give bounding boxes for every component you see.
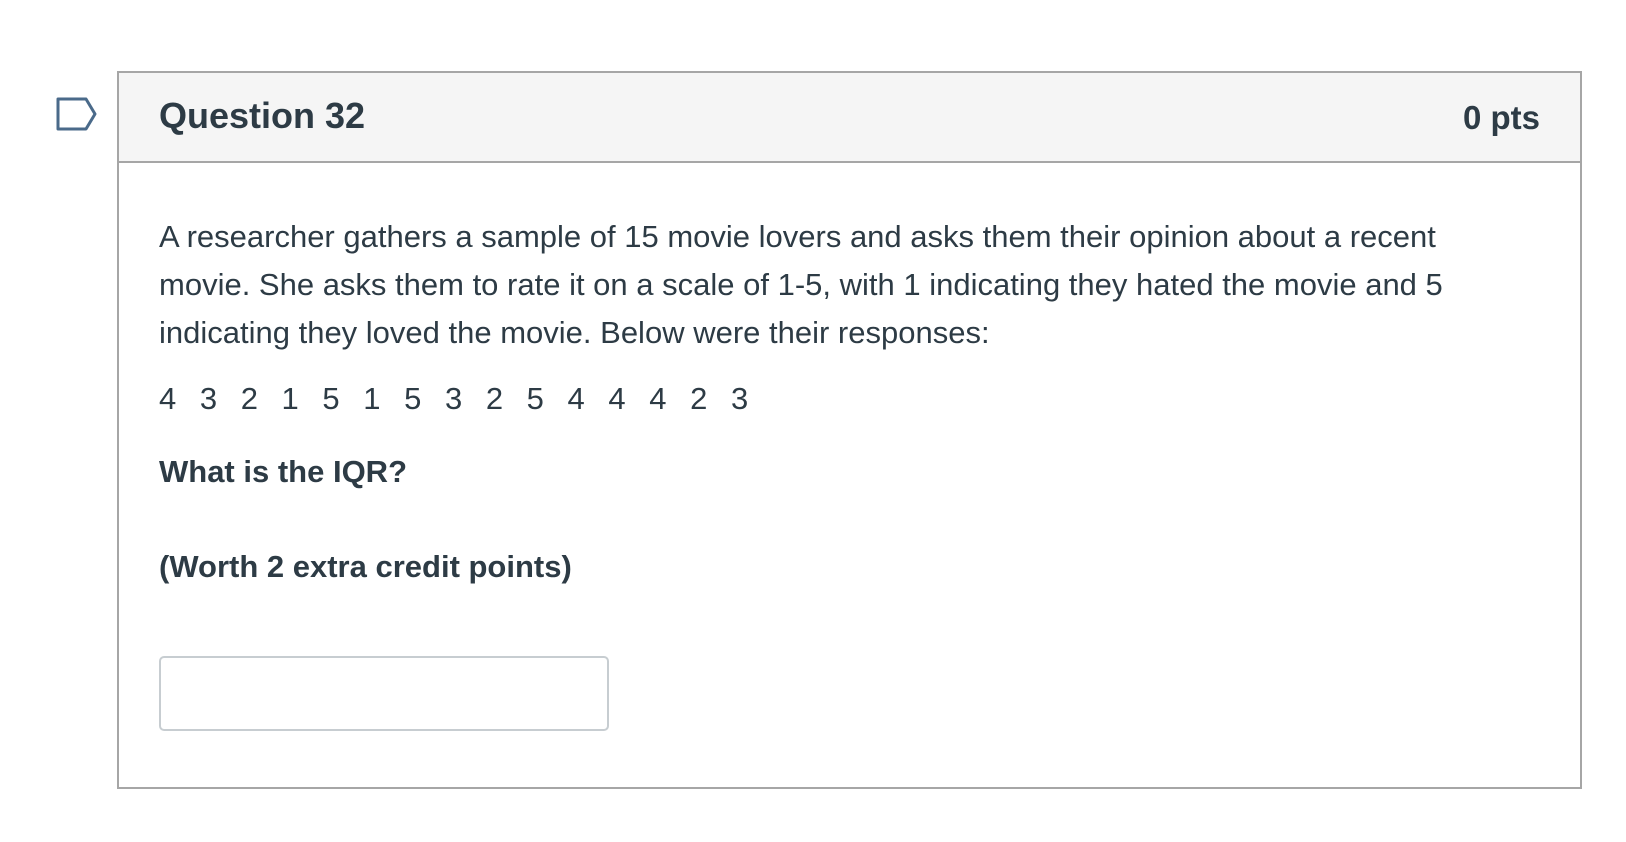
question-card: Question 32 0 pts A researcher gathers a… — [117, 71, 1582, 789]
extra-credit-note: (Worth 2 extra credit points) — [159, 549, 572, 584]
flag-question-icon[interactable] — [56, 97, 98, 131]
flag-outline-icon — [56, 97, 97, 131]
question-points: 0 pts — [1462, 99, 1540, 136]
question-ask: What is the IQR? — [159, 454, 407, 489]
question-header: Question 32 0 pts — [119, 73, 1580, 163]
response-values: 4 3 2 1 5 1 5 3 2 5 4 4 4 2 3 — [159, 381, 749, 416]
question-title: Question 32 — [159, 95, 366, 136]
question-body: A researcher gathers a sample of 15 movi… — [159, 213, 1539, 587]
answer-input[interactable] — [159, 656, 609, 731]
question-prompt: A researcher gathers a sample of 15 movi… — [159, 219, 1443, 350]
